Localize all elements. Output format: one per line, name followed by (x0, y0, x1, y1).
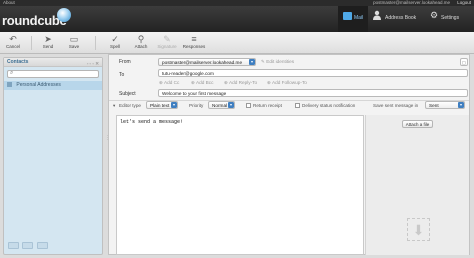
delivery-status-option[interactable]: Delivery status notification (295, 103, 355, 108)
insert-cc-button[interactable] (22, 242, 34, 249)
toolbar-divider (95, 36, 96, 50)
send-button[interactable]: ➤ Send (40, 34, 56, 49)
priority-label: Priority (189, 103, 204, 108)
download-arrow-icon[interactable]: ⬇ (407, 218, 430, 241)
chevron-down-icon: ▾ (249, 59, 255, 65)
nav-settings[interactable]: ⚙ Settings (428, 6, 474, 32)
paperclip-icon: ⚲ (137, 34, 145, 44)
contacts-search-input[interactable]: ⌕ (7, 70, 99, 78)
compose-form: From postmaster@mailserver.lookahead.me … (108, 54, 470, 255)
send-icon: ➤ (44, 34, 52, 44)
back-arrow-icon: ↶ (9, 34, 17, 44)
from-value: postmaster@mailserver.lookahead.me (162, 60, 243, 65)
spell-button[interactable]: ✓ Spell (105, 34, 125, 49)
mail-icon (343, 12, 352, 20)
contacts-title: Contacts (7, 59, 29, 65)
return-receipt-checkbox[interactable] (246, 103, 251, 108)
send-label: Send (42, 44, 54, 49)
add-followup-to-link[interactable]: ⊕ Add Followup-To (267, 80, 307, 86)
signature-label: Signature (157, 44, 177, 49)
compose-toolbar: ↶ Cancel ➤ Send ▭ Save ✓ Spell ⚲ Attach … (0, 32, 474, 54)
options-icon[interactable]: ▾ (113, 103, 115, 109)
gear-icon: ⚙ (430, 10, 439, 20)
insert-bcc-button[interactable] (36, 242, 48, 249)
add-bcc-link[interactable]: ⊕ Add Bcc (191, 80, 213, 86)
contacts-panel: Contacts ▫ ▫ ▫ ✕ ⌕ Personal Addresses (3, 57, 103, 255)
nav-address-book[interactable]: Address Book (370, 6, 428, 32)
subject-value: Welcome to your first message (162, 91, 227, 96)
window-toggle-icon[interactable]: ▢ (460, 58, 468, 66)
to-label: To (119, 72, 125, 78)
return-receipt-label: Return receipt (253, 103, 282, 108)
search-icon: ⌕ (10, 70, 14, 76)
insert-to-button[interactable] (8, 242, 19, 249)
spell-label: Spell (109, 44, 120, 49)
attachments-panel: Attach a file ⬇ (365, 115, 469, 255)
nav-mail[interactable]: Mail (338, 6, 368, 32)
attach-file-label: Attach a file (405, 122, 430, 127)
responses-label: Responses (182, 44, 206, 49)
cancel-label: Cancel (5, 44, 20, 49)
editor-type-value: Plain text (150, 103, 170, 108)
cancel-button[interactable]: ↶ Cancel (5, 34, 21, 49)
nav-settings-label: Settings (441, 15, 460, 21)
signature-icon: ✎ (163, 34, 171, 44)
add-followup-to-label: Add Followup-To (271, 80, 307, 85)
responses-button[interactable]: ≡ Responses (182, 34, 206, 49)
contacts-header: Contacts ▫ ▫ ▫ ✕ (4, 58, 102, 67)
subject-field[interactable]: Welcome to your first message (158, 89, 468, 97)
responses-icon: ≡ (191, 34, 197, 44)
nav-mail-label: Mail (354, 15, 364, 21)
priority-value: Normal (212, 103, 228, 108)
app-header: roundcube Mail Address Book ⚙ Settings (0, 6, 474, 32)
message-body-text: let's send a message! (120, 119, 184, 125)
subject-label: Subject (119, 91, 136, 97)
delivery-status-label: Delivery status notification (302, 103, 356, 108)
to-value: tutu-reader@google.com (162, 71, 214, 76)
address-book-item[interactable]: Personal Addresses (4, 81, 102, 90)
edit-identities-label: Edit identities (266, 59, 295, 64)
attach-button[interactable]: ⚲ Attach (132, 34, 150, 49)
add-cc-label: Add Cc (163, 80, 180, 85)
to-field[interactable]: tutu-reader@google.com (158, 69, 468, 77)
delivery-status-checkbox[interactable] (295, 103, 300, 108)
person-icon (373, 10, 381, 20)
add-cc-link[interactable]: ⊕ Add Cc (159, 80, 179, 86)
editor-type-label: Editor type (119, 103, 141, 108)
chevron-down-icon: ▾ (171, 102, 177, 108)
address-book-icon (7, 82, 12, 87)
nav-address-book-label: Address Book (385, 15, 417, 21)
spellcheck-icon: ✓ (111, 34, 119, 44)
logo-globe-icon (57, 8, 71, 22)
add-reply-to-label: Add Reply-To (228, 80, 258, 85)
from-select[interactable]: postmaster@mailserver.lookahead.me ▾ (158, 58, 256, 66)
chevron-down-icon: ▾ (228, 102, 234, 108)
contacts-header-icons[interactable]: ▫ ▫ ▫ ✕ (87, 59, 99, 68)
edit-identities-link[interactable]: ✎ Edit identities (261, 59, 294, 65)
return-receipt-option[interactable]: Return receipt (246, 103, 282, 108)
save-sent-label: Save sent message in (373, 103, 419, 108)
panel-splitter[interactable]: ⋮ (105, 135, 110, 145)
address-book-label: Personal Addresses (16, 82, 61, 88)
attach-file-button[interactable]: Attach a file (402, 120, 433, 128)
toolbar-divider (31, 36, 32, 50)
attach-label: Attach (134, 44, 148, 49)
save-label: Save (68, 44, 80, 49)
save-sent-select[interactable]: Sent ▾ (425, 101, 465, 109)
editor-type-select[interactable]: Plain text ▾ (146, 101, 178, 109)
message-body-editor[interactable]: let's send a message! (116, 115, 364, 255)
signature-button[interactable]: ✎ Signature (155, 34, 179, 49)
save-sent-value: Sent (429, 103, 439, 108)
add-reply-to-link[interactable]: ⊕ Add Reply-To (224, 80, 257, 86)
chevron-down-icon: ▾ (458, 102, 464, 108)
add-bcc-label: Add Bcc (195, 80, 214, 85)
save-button[interactable]: ▭ Save (66, 34, 82, 49)
save-icon: ▭ (69, 34, 79, 44)
priority-select[interactable]: Normal ▾ (208, 101, 235, 109)
from-label: From (119, 59, 131, 65)
contacts-footer (8, 242, 50, 251)
